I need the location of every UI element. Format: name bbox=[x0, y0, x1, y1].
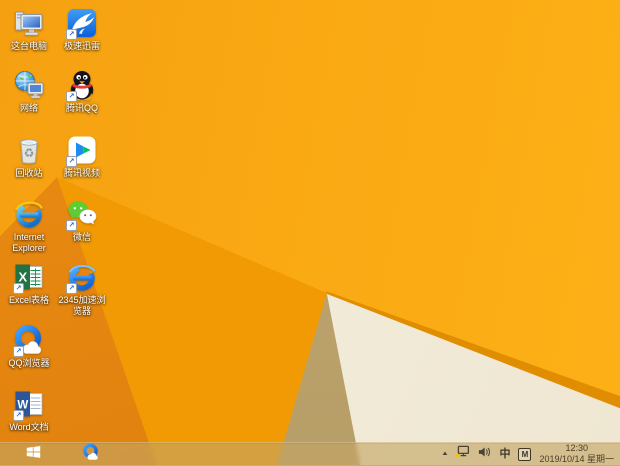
tencent-video-icon: ↗ bbox=[66, 134, 98, 166]
desktop-icon-qq-browser[interactable]: ↗QQ浏览器 bbox=[3, 324, 55, 369]
desktop-icon-label: 极速迅雷 bbox=[64, 41, 100, 52]
desktop-icon-tencent-qq[interactable]: ↗腾讯QQ bbox=[56, 69, 108, 114]
xunlei-icon: ↗ bbox=[66, 7, 98, 39]
taskbar-clock[interactable]: 12:30 2019/10/14 星期一 bbox=[539, 443, 614, 464]
desktop-icon-label: 这台电脑 bbox=[11, 41, 47, 52]
desktop-icon-label: 回收站 bbox=[15, 168, 42, 179]
clock-date: 2019/10/14 星期一 bbox=[539, 454, 614, 465]
show-hidden-icons-button[interactable]: ▲ bbox=[441, 443, 449, 465]
network-status-icon[interactable] bbox=[455, 445, 470, 464]
ime-badge-icon[interactable]: M bbox=[518, 448, 531, 461]
start-button[interactable] bbox=[0, 443, 66, 465]
desktop-icon-label: 2345加速浏览器 bbox=[56, 295, 108, 317]
desktop-icon-network[interactable]: 网络 bbox=[3, 69, 55, 114]
desktop-icon-xunlei[interactable]: ↗极速迅雷 bbox=[56, 7, 108, 52]
browser-2345-icon: ↗ bbox=[66, 261, 98, 293]
desktop-icon-label: QQ浏览器 bbox=[8, 358, 49, 369]
clock-time: 12:30 bbox=[539, 443, 614, 454]
shortcut-arrow-icon: ↗ bbox=[13, 346, 24, 357]
desktop-icon-label: 腾讯QQ bbox=[66, 103, 98, 114]
shortcut-arrow-icon: ↗ bbox=[66, 283, 77, 294]
desktop-icon-internet-explorer[interactable]: Internet Explorer bbox=[3, 198, 55, 254]
shortcut-arrow-icon: ↗ bbox=[66, 156, 77, 167]
desktop-icon-label: 微信 bbox=[73, 232, 91, 243]
recycle-bin-icon: ♻ bbox=[13, 134, 45, 166]
network-icon bbox=[13, 69, 45, 101]
desktop-icon-browser-2345[interactable]: ↗2345加速浏览器 bbox=[56, 261, 108, 317]
shortcut-arrow-icon: ↗ bbox=[66, 220, 77, 231]
taskbar: ▲ 中 M 12:30 2019/10/14 星期一 bbox=[0, 442, 620, 465]
desktop-icon-label: 网络 bbox=[20, 103, 38, 114]
this-pc-icon bbox=[13, 7, 45, 39]
word-icon: W↗ bbox=[13, 388, 45, 420]
ime-language-indicator[interactable]: 中 bbox=[499, 443, 510, 465]
desktop-icon-label: 腾讯视频 bbox=[64, 168, 100, 179]
shortcut-arrow-icon: ↗ bbox=[13, 410, 24, 421]
desktop-icon-excel[interactable]: X↗ Excel表格 bbox=[3, 261, 55, 306]
tencent-qq-icon: ↗ bbox=[66, 69, 98, 101]
system-tray: ▲ 中 M 12:30 2019/10/14 星期一 bbox=[442, 443, 620, 465]
shortcut-arrow-icon: ↗ bbox=[13, 283, 24, 294]
qq-browser-icon: ↗ bbox=[13, 324, 45, 356]
excel-icon: X↗ bbox=[13, 261, 45, 293]
wechat-icon: ↗ bbox=[66, 198, 98, 230]
desktop-icon-wechat[interactable]: ↗微信 bbox=[56, 198, 108, 243]
svg-text:♻: ♻ bbox=[24, 146, 35, 160]
desktop-icon-tencent-video[interactable]: ↗腾讯视频 bbox=[56, 134, 108, 179]
desktop-icon-word[interactable]: W↗ Word文档 bbox=[3, 388, 55, 433]
windows-logo-icon bbox=[26, 445, 41, 464]
desktop-icon-label: Internet Explorer bbox=[3, 232, 55, 254]
internet-explorer-icon bbox=[13, 198, 45, 230]
shortcut-arrow-icon: ↗ bbox=[66, 29, 77, 40]
desktop-icon-label: Excel表格 bbox=[9, 295, 49, 306]
desktop-icon-this-pc[interactable]: 这台电脑 bbox=[3, 7, 55, 52]
desktop-surface[interactable]: 这台电脑↗极速迅雷网络↗腾讯QQ♻回收站↗腾讯视频Internet Explor… bbox=[0, 0, 620, 443]
desktop-icon-recycle-bin[interactable]: ♻ 回收站 bbox=[3, 134, 55, 179]
desktop-icon-label: Word文档 bbox=[9, 422, 48, 433]
shortcut-arrow-icon: ↗ bbox=[66, 91, 77, 102]
taskbar-pinned-qq-browser[interactable] bbox=[66, 443, 116, 465]
qq-browser-taskbar-icon bbox=[82, 443, 100, 466]
volume-icon[interactable] bbox=[478, 445, 491, 463]
